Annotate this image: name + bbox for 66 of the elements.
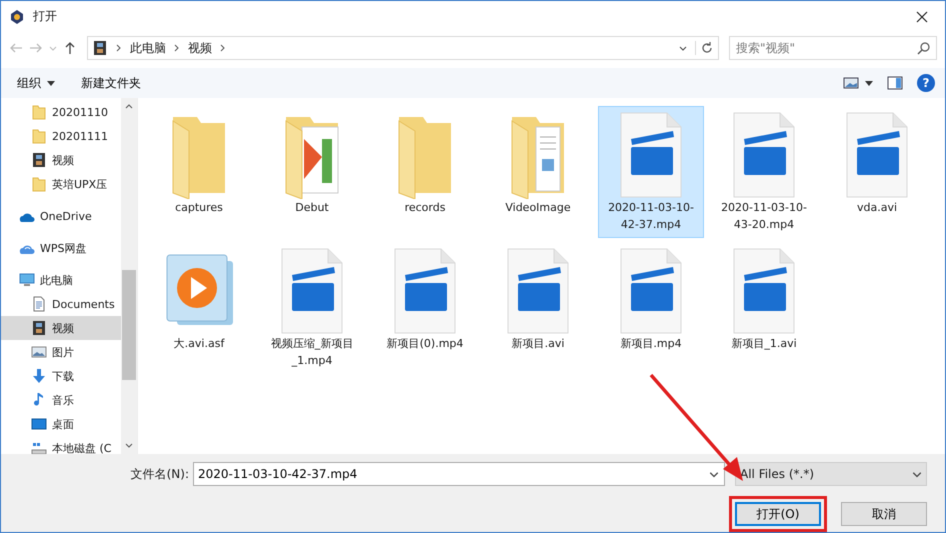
sidebar-item[interactable]: 下载 [1,364,121,388]
drive-icon [31,440,47,454]
search-icon [917,41,931,55]
scrollbar[interactable] [121,98,137,454]
toolbar-button[interactable]: 组织 [11,72,61,94]
sidebar-item[interactable]: 图片 [1,340,121,364]
cancel-button[interactable]: 取消 [841,502,927,526]
scroll-up-icon[interactable] [125,102,133,110]
up-arrow-icon[interactable] [63,41,77,55]
picture-icon [31,344,47,360]
sidebar-item[interactable]: 桌面 [1,412,121,436]
film-icon [92,40,108,56]
sidebar-item[interactable]: 视频 [1,316,121,340]
file-item[interactable]: 新项目.mp4 [598,242,704,374]
file-item[interactable]: Debut [259,106,365,238]
chevron-right-icon [220,44,226,52]
file-item[interactable]: vda.avi [824,106,930,238]
down-arrow-icon [31,368,47,384]
filename-label: 文件名(N): [130,466,189,482]
sidebar-item[interactable]: Documents [1,292,121,316]
file-item[interactable]: 2020-11-03-10-42-37.mp4 [598,106,704,238]
file-item[interactable]: 新项目.avi [485,242,591,374]
file-item[interactable]: 2020-11-03-10-43-20.mp4 [711,106,817,238]
sidebar-item[interactable]: 视频 [1,148,121,172]
film-icon [31,152,47,168]
open-button[interactable]: 打开(O) [735,502,821,526]
chevron-right-icon [116,44,122,52]
sidebar-item[interactable]: 此电脑 [1,268,121,292]
monitor-icon [19,272,35,288]
scroll-down-icon[interactable] [125,442,133,450]
file-item[interactable]: VideoImage [485,106,591,238]
sidebar-item[interactable]: 20201110 [1,100,121,124]
desktop-icon [31,416,47,432]
chevron-right-icon [174,44,180,52]
app-icon [9,8,25,24]
breadcrumb[interactable]: 视频 [188,40,212,56]
preview-pane-icon[interactable] [887,76,903,90]
folder-icon [31,176,47,192]
chevron-down-icon[interactable] [679,44,687,52]
search-field[interactable]: 搜索"视频" [729,36,937,60]
file-item[interactable]: 视频压缩_新项目_1.mp4 [259,242,365,374]
sidebar-item[interactable]: 本地磁盘 (C [1,436,121,454]
sidebar-item[interactable]: WPS网盘 [1,236,121,260]
window-title: 打开 [33,8,57,25]
folder-icon [31,104,47,120]
file-item[interactable]: 大.avi.asf [146,242,252,374]
file-item[interactable]: records [372,106,478,238]
sidebar-item[interactable]: 20201111 [1,124,121,148]
file-item[interactable]: captures [146,106,252,238]
caret-icon [47,79,55,87]
filename-field[interactable]: 2020-11-03-10-42-37.mp4 [193,462,725,486]
breadcrumb[interactable]: 此电脑 [130,40,166,56]
file-item[interactable]: 新项目_1.avi [711,242,817,374]
address-bar[interactable]: 此电脑 视频 [87,36,719,60]
folder-icon [31,128,47,144]
view-icon[interactable] [843,76,859,90]
film-icon [31,320,47,336]
help-button[interactable]: ? [917,74,935,92]
document-icon [31,296,47,312]
sidebar-item[interactable]: OneDrive [1,204,121,228]
sidebar-item[interactable]: 音乐 [1,388,121,412]
sidebar-item[interactable]: 英培UPX压 [1,172,121,196]
close-icon [916,10,928,22]
file-item[interactable]: 新项目(0).mp4 [372,242,478,374]
caret-icon[interactable] [865,79,873,87]
toolbar-button[interactable]: 新建文件夹 [75,72,147,94]
